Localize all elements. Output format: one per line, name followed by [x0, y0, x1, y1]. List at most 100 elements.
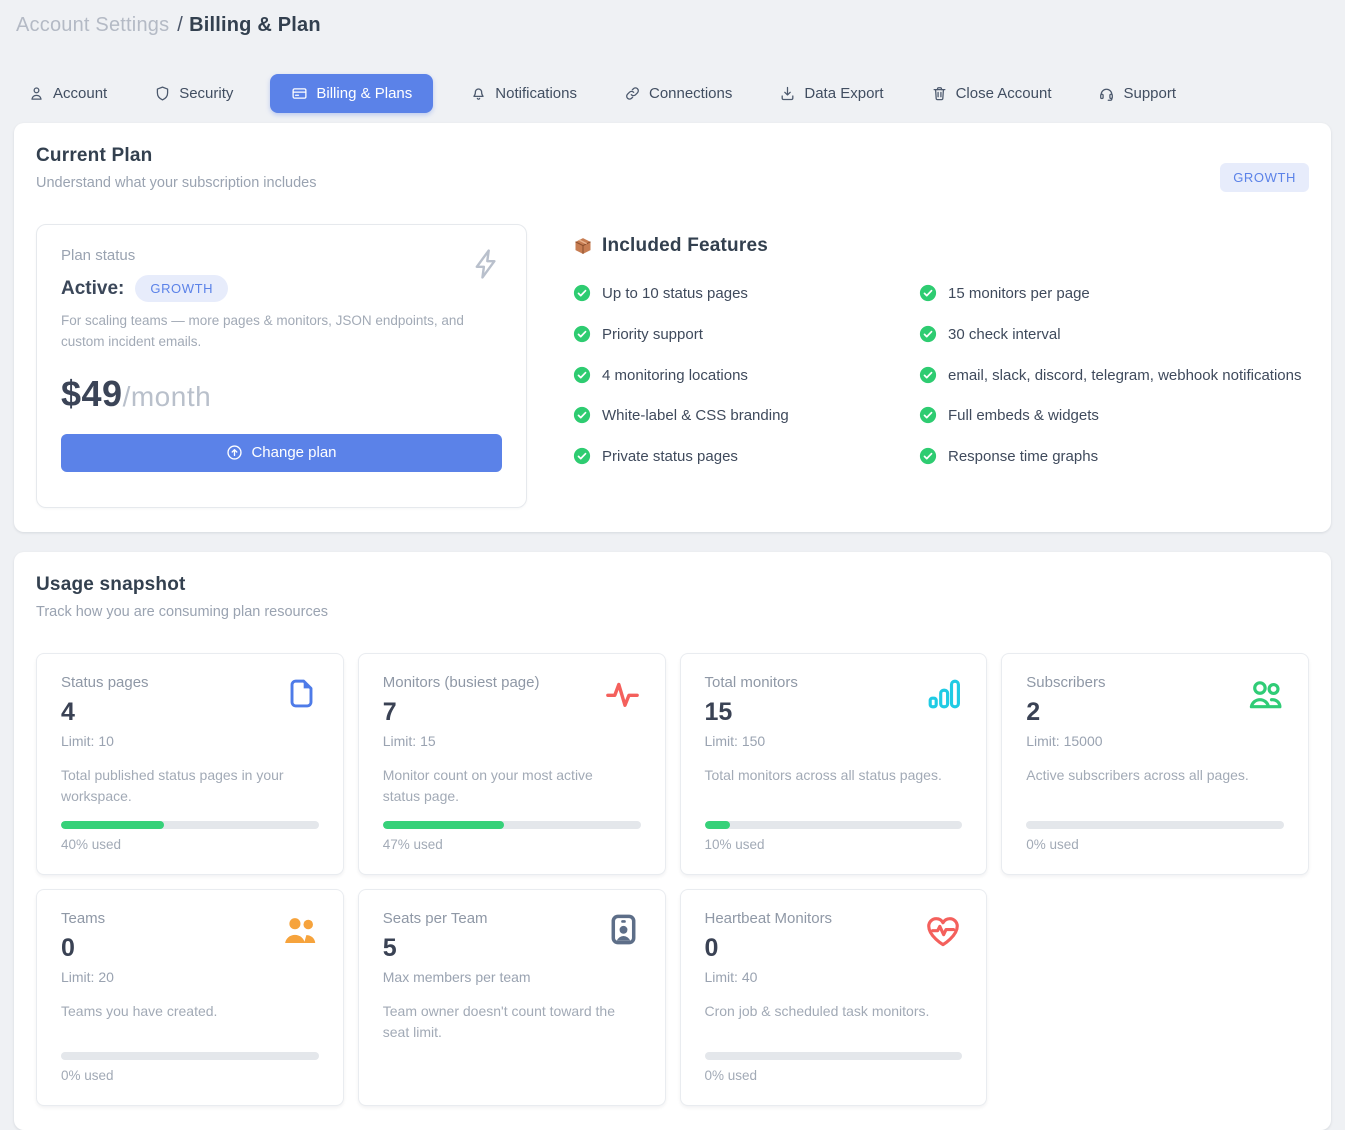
check-circle-icon — [919, 447, 937, 465]
plan-status-tier-pill: GROWTH — [135, 275, 228, 302]
check-circle-icon — [919, 284, 937, 302]
plan-status-value: Active: — [61, 278, 124, 300]
bell-icon — [470, 85, 487, 102]
usage-card-description: Total monitors across all status pages. — [705, 765, 955, 786]
tab-data-export[interactable]: Data Export — [769, 76, 893, 111]
usage-subtitle: Track how you are consuming plan resourc… — [36, 604, 1309, 620]
usage-card-value: 7 — [383, 698, 641, 727]
change-plan-label: Change plan — [251, 444, 336, 461]
check-circle-icon — [919, 406, 937, 424]
usage-card-description: Total published status pages in your wor… — [61, 765, 311, 807]
check-circle-icon — [573, 284, 591, 302]
usage-card-limit: Limit: 150 — [705, 733, 963, 749]
progress-fill — [383, 821, 504, 829]
document-icon — [284, 676, 319, 711]
tab-label: Data Export — [804, 86, 883, 101]
plan-price-period: /month — [123, 381, 212, 413]
included-features: Included Features Up to 10 status pages 1… — [573, 224, 1309, 478]
usage-card-subscribers: Subscribers2Limit: 15000Active subscribe… — [1001, 653, 1309, 875]
current-plan-section: Current Plan Understand what your subscr… — [14, 123, 1331, 532]
id-badge-icon — [606, 912, 641, 947]
link-icon — [624, 85, 641, 102]
feature-text: White-label & CSS branding — [602, 405, 789, 427]
included-features-title: Included Features — [602, 235, 768, 257]
tab-close-account[interactable]: Close Account — [921, 76, 1062, 111]
usage-card-heartbeat-monitors: Heartbeat Monitors0Limit: 40Cron job & s… — [680, 889, 988, 1106]
progress-track — [61, 1052, 319, 1060]
feature-item: Up to 10 status pages — [573, 274, 919, 315]
usage-percent-label: 0% used — [705, 1068, 963, 1083]
usage-card-title: Status pages — [61, 674, 319, 691]
usage-snapshot-section: Usage snapshot Track how you are consumi… — [14, 552, 1331, 1130]
usage-progress: 0% used — [1026, 807, 1284, 852]
usage-card-limit: Limit: 20 — [61, 969, 319, 985]
feature-text: email, slack, discord, telegram, webhook… — [948, 365, 1302, 387]
usage-title: Usage snapshot — [36, 574, 1309, 596]
people-outline-icon — [1246, 676, 1284, 714]
people-filled-icon — [281, 912, 319, 950]
feature-text: Full embeds & widgets — [948, 405, 1099, 427]
heart-pulse-icon — [924, 912, 962, 950]
tab-label: Support — [1123, 86, 1176, 101]
tab-notifications[interactable]: Notifications — [460, 76, 587, 111]
tab-support[interactable]: Support — [1088, 76, 1186, 111]
trash-icon — [931, 85, 948, 102]
pulse-icon — [604, 676, 641, 713]
usage-card-status-pages: Status pages 4 Limit: 10 Total published st… — [36, 653, 344, 875]
tab-connections[interactable]: Connections — [614, 76, 742, 111]
feature-item: Full embeds & widgets — [919, 396, 1309, 437]
usage-percent-label: 0% used — [61, 1068, 319, 1083]
usage-card-limit: Limit: 15 — [383, 733, 641, 749]
breadcrumb-account-settings[interactable]: Account Settings — [16, 14, 169, 36]
feature-item: White-label & CSS branding — [573, 396, 919, 437]
tab-label: Close Account — [956, 86, 1052, 101]
progress-track — [61, 821, 319, 829]
usage-card-title: Total monitors — [705, 674, 963, 691]
plan-description: For scaling teams — more pages & monitor… — [61, 311, 471, 353]
usage-percent-label: 0% used — [1026, 837, 1284, 852]
feature-item: Priority support — [573, 315, 919, 356]
progress-track — [705, 821, 963, 829]
usage-card-limit: Limit: 15000 — [1026, 733, 1284, 749]
usage-progress: 40% used — [61, 807, 319, 852]
usage-card-description: Cron job & scheduled task monitors. — [705, 1001, 955, 1022]
progress-track — [383, 821, 641, 829]
usage-card-value: 4 — [61, 698, 319, 727]
tab-label: Notifications — [495, 86, 577, 101]
breadcrumb: Account Settings / Billing & Plan — [16, 14, 1331, 37]
usage-progress: 47% used — [383, 807, 641, 852]
feature-text: Response time graphs — [948, 446, 1098, 468]
usage-card-value: 5 — [383, 934, 641, 963]
tab-label: Account — [53, 86, 107, 101]
breadcrumb-page-title: Billing & Plan — [189, 14, 321, 36]
usage-card-limit: Limit: 10 — [61, 733, 319, 749]
plan-price: $49 /month — [61, 373, 502, 415]
usage-card-title: Monitors (busiest page) — [383, 674, 641, 691]
feature-item: email, slack, discord, telegram, webhook… — [919, 356, 1309, 397]
tab-security[interactable]: Security — [144, 76, 243, 111]
tab-billing[interactable]: Billing & Plans — [270, 74, 433, 113]
tab-account[interactable]: Account — [18, 76, 117, 111]
current-plan-title: Current Plan — [36, 145, 1309, 167]
usage-card-value: 15 — [705, 698, 963, 727]
feature-text: 15 monitors per page — [948, 283, 1090, 305]
usage-card-seats-per-team: Seats per Team5Max members per teamTeam … — [358, 889, 666, 1106]
usage-card-teams: Teams0Limit: 20Teams you have created.0%… — [36, 889, 344, 1106]
check-circle-icon — [573, 406, 591, 424]
usage-card-description: Active subscribers across all pages. — [1026, 765, 1276, 786]
progress-fill — [705, 821, 731, 829]
usage-percent-label: 40% used — [61, 837, 319, 852]
usage-card-description: Teams you have created. — [61, 1001, 311, 1022]
lightning-icon — [470, 247, 504, 281]
breadcrumb-separator: / — [177, 14, 183, 36]
usage-card-title: Seats per Team — [383, 910, 641, 927]
feature-text: Up to 10 status pages — [602, 283, 748, 305]
feature-text: 4 monitoring locations — [602, 365, 748, 387]
usage-progress: 10% used — [705, 807, 963, 852]
progress-track — [1026, 821, 1284, 829]
feature-item: 30 check interval — [919, 315, 1309, 356]
usage-card-limit: Max members per team — [383, 969, 641, 985]
usage-card-description: Monitor count on your most active status… — [383, 765, 633, 807]
change-plan-button[interactable]: Change plan — [61, 434, 502, 472]
current-plan-subtitle: Understand what your subscription includ… — [36, 175, 1309, 191]
